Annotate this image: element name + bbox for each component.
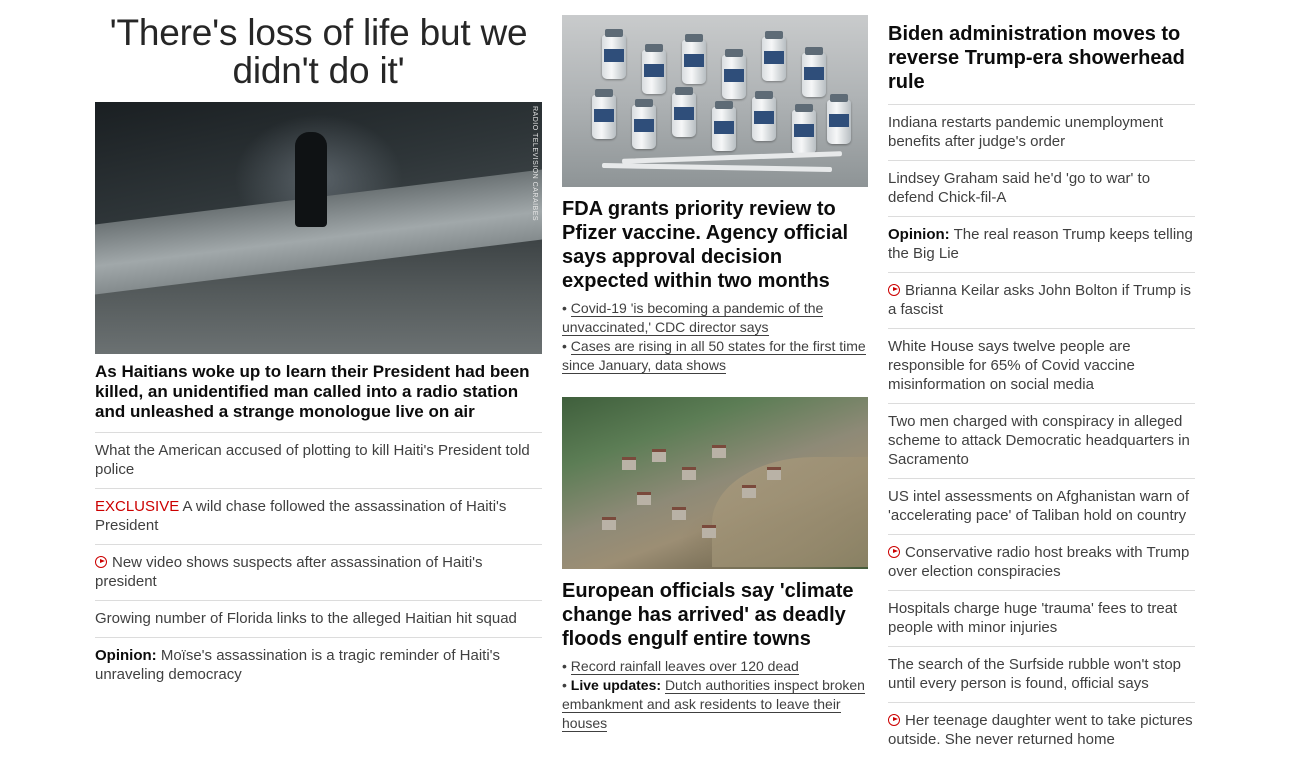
right-headline[interactable]: Biden administration moves to reverse Tr…	[888, 22, 1195, 94]
list-item-link[interactable]: Her teenage daughter went to take pictur…	[888, 712, 1193, 748]
house	[622, 457, 636, 470]
house	[702, 525, 716, 538]
exclusive-label: EXCLUSIVE	[95, 498, 180, 515]
vial	[762, 31, 786, 81]
house	[637, 492, 651, 505]
list-item-link[interactable]: Hospitals charge huge 'trauma' fees to t…	[888, 600, 1177, 636]
vial	[682, 34, 706, 84]
list-item[interactable]: The search of the Surfside rubble won't …	[888, 646, 1195, 702]
related-list-left: What the American accused of plotting to…	[95, 432, 542, 693]
hero-image-figure	[295, 132, 327, 227]
vial	[722, 49, 746, 99]
list-item-link[interactable]: Conservative radio host breaks with Trum…	[888, 544, 1189, 580]
list-item[interactable]: Brianna Keilar asks John Bolton if Trump…	[888, 272, 1195, 328]
opinion-label: Opinion:	[95, 647, 157, 664]
list-item[interactable]: Lindsey Graham said he'd 'go to war' to …	[888, 160, 1195, 216]
house	[672, 507, 686, 520]
list-item-link[interactable]: Growing number of Florida links to the a…	[95, 610, 517, 627]
house	[602, 517, 616, 530]
hero-lead-link[interactable]: As Haitians woke up to learn their Presi…	[95, 362, 542, 422]
list-item-link[interactable]: White House says twelve people are respo…	[888, 338, 1135, 393]
column-left: 'There's loss of life but we didn't do i…	[95, 0, 542, 693]
vial	[827, 94, 851, 144]
vial	[632, 99, 656, 149]
hero-headline[interactable]: 'There's loss of life but we didn't do i…	[95, 14, 542, 90]
list-item[interactable]: White House says twelve people are respo…	[888, 328, 1195, 403]
column-middle: FDA grants priority review to Pfizer vac…	[562, 0, 868, 733]
play-icon	[888, 546, 900, 558]
list-item[interactable]: Conservative radio host breaks with Trum…	[888, 534, 1195, 590]
vial	[642, 44, 666, 94]
hero-image[interactable]: RADIO TELEVISION CARAIBES	[95, 102, 542, 354]
flood-image[interactable]	[562, 397, 868, 569]
house	[767, 467, 781, 480]
house	[682, 467, 696, 480]
list-item-link[interactable]: The search of the Surfside rubble won't …	[888, 656, 1181, 692]
column-right: Biden administration moves to reverse Tr…	[888, 0, 1195, 758]
list-item[interactable]: EXCLUSIVE A wild chase followed the assa…	[95, 488, 542, 544]
bullet-item[interactable]: • Covid-19 'is becoming a pandemic of th…	[562, 299, 868, 337]
vial	[802, 47, 826, 97]
list-item-link[interactable]: What the American accused of plotting to…	[95, 442, 530, 478]
list-item[interactable]: Two men charged with conspiracy in alleg…	[888, 403, 1195, 478]
vaccine-image[interactable]	[562, 15, 868, 187]
story-headline[interactable]: European officials say 'climate change h…	[562, 579, 868, 651]
list-item-link[interactable]: New video shows suspects after assassina…	[95, 554, 483, 590]
flood-water	[712, 457, 868, 567]
bullet-link[interactable]: Record rainfall leaves over 120 dead	[570, 658, 799, 675]
list-item[interactable]: US intel assessments on Afghanistan warn…	[888, 478, 1195, 534]
hero-headline-link[interactable]: 'There's loss of life but we didn't do i…	[95, 14, 542, 90]
opinion-label: Opinion:	[888, 226, 950, 243]
house	[712, 445, 726, 458]
house	[742, 485, 756, 498]
vial	[752, 91, 776, 141]
hero-image-credit: RADIO TELEVISION CARAIBES	[531, 106, 538, 222]
related-list-right: Indiana restarts pandemic unemployment b…	[888, 104, 1195, 758]
list-item[interactable]: Opinion: The real reason Trump keeps tel…	[888, 216, 1195, 272]
list-item[interactable]: Opinion: Moïse's assassination is a trag…	[95, 637, 542, 693]
vial	[792, 104, 816, 154]
list-item[interactable]: What the American accused of plotting to…	[95, 432, 542, 488]
syringe	[621, 151, 843, 164]
list-item-link[interactable]: Two men charged with conspiracy in alleg…	[888, 413, 1190, 468]
story-bullets: • Record rainfall leaves over 120 dead •…	[562, 657, 868, 733]
bullet-item[interactable]: • Record rainfall leaves over 120 dead	[562, 657, 868, 676]
play-icon	[95, 556, 107, 568]
bullet-item[interactable]: • Cases are rising in all 50 states for …	[562, 337, 868, 375]
list-item[interactable]: Her teenage daughter went to take pictur…	[888, 702, 1195, 758]
list-item[interactable]: Hospitals charge huge 'trauma' fees to t…	[888, 590, 1195, 646]
vial	[602, 29, 626, 79]
live-updates-label: Live updates:	[570, 677, 662, 693]
list-item-link[interactable]: Brianna Keilar asks John Bolton if Trump…	[888, 282, 1191, 318]
list-item-link[interactable]: Indiana restarts pandemic unemployment b…	[888, 114, 1163, 150]
list-item[interactable]: New video shows suspects after assassina…	[95, 544, 542, 600]
vial	[672, 87, 696, 137]
story-bullets: • Covid-19 'is becoming a pandemic of th…	[562, 299, 868, 375]
bullet-link[interactable]: Cases are rising in all 50 states for th…	[562, 338, 866, 374]
bullet-link[interactable]: Covid-19 'is becoming a pandemic of the …	[562, 300, 824, 336]
play-icon	[888, 714, 900, 726]
vial	[592, 89, 616, 139]
play-icon	[888, 284, 900, 296]
house	[652, 449, 666, 462]
list-item-link[interactable]: US intel assessments on Afghanistan warn…	[888, 488, 1189, 524]
bullet-item[interactable]: • Live updates: Dutch authorities inspec…	[562, 676, 868, 733]
list-item-link[interactable]: Lindsey Graham said he'd 'go to war' to …	[888, 170, 1150, 206]
story-headline[interactable]: FDA grants priority review to Pfizer vac…	[562, 197, 868, 293]
list-item[interactable]: Growing number of Florida links to the a…	[95, 600, 542, 637]
vial	[712, 101, 736, 151]
syringe	[601, 162, 833, 173]
list-item[interactable]: Indiana restarts pandemic unemployment b…	[888, 104, 1195, 160]
